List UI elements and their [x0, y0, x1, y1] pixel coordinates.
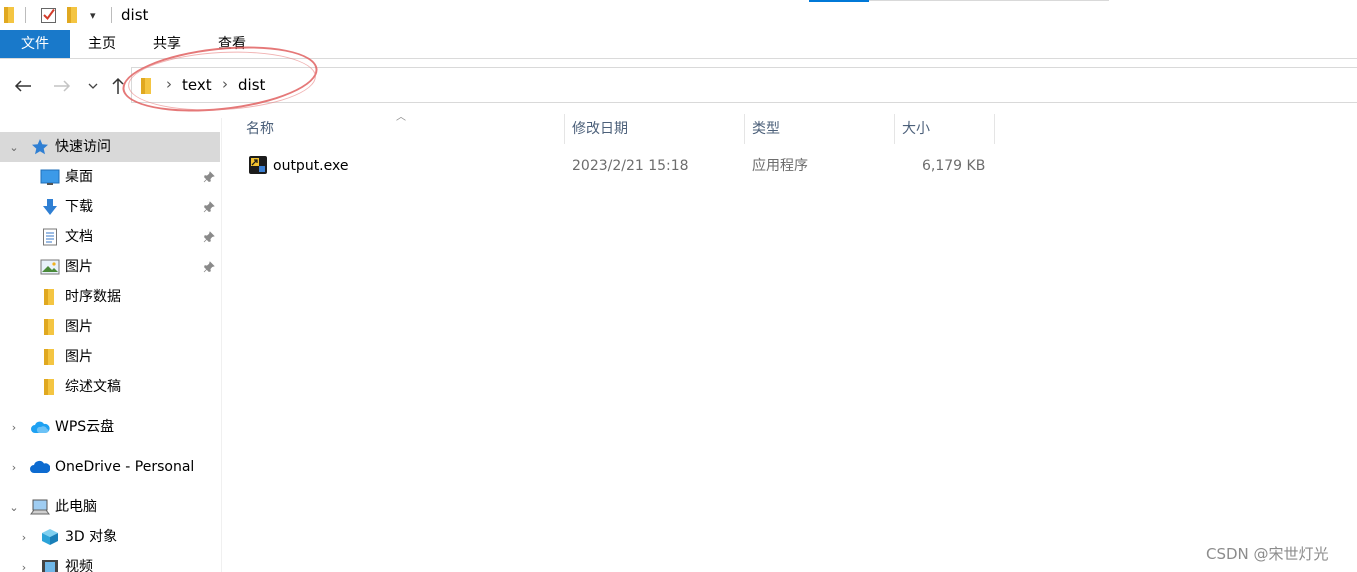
chevron-right-icon[interactable]: › — [18, 531, 30, 544]
picture-icon — [40, 257, 60, 277]
tab-share[interactable]: 共享 — [145, 30, 189, 58]
up-arrow-icon[interactable] — [106, 74, 130, 98]
sidebar-item-pictures-folder-2[interactable]: 图片 — [0, 342, 220, 372]
column-divider[interactable] — [744, 114, 745, 144]
tab-file[interactable]: 文件 — [0, 30, 70, 58]
sidebar-item-label: 图片 — [65, 259, 93, 275]
properties-icon[interactable] — [40, 5, 58, 25]
desktop-icon — [40, 167, 60, 187]
folder-icon — [40, 317, 60, 337]
recent-locations-chevron-icon[interactable] — [81, 74, 105, 98]
ribbon: 文件 主页 共享 查看 — [0, 30, 1357, 58]
column-header-modified[interactable]: 修改日期 — [566, 114, 744, 144]
film-icon — [40, 557, 60, 572]
column-header-size[interactable]: 大小 — [896, 114, 994, 144]
sidebar-item-pictures-folder[interactable]: 图片 — [0, 312, 220, 342]
title-bar: ▾ dist — [0, 0, 1357, 30]
address-bar[interactable]: › text › dist — [131, 67, 1357, 103]
chevron-down-icon[interactable]: ⌄ — [8, 141, 20, 154]
folder-icon — [40, 287, 60, 307]
file-size: 6,179 KB — [922, 158, 986, 174]
sidebar-item-wps-cloud[interactable]: › WPS云盘 — [0, 412, 220, 442]
sidebar-item-label: 快速访问 — [55, 139, 111, 155]
sidebar-item-review-draft[interactable]: 综述文稿 — [0, 372, 220, 402]
pin-icon — [202, 230, 216, 244]
chevron-right-icon[interactable]: › — [8, 461, 20, 474]
breadcrumb-dist[interactable]: dist — [238, 75, 265, 95]
tab-home[interactable]: 主页 — [80, 30, 124, 58]
sidebar-item-downloads[interactable]: 下载 — [0, 192, 220, 222]
file-modified-date: 2023/2/21 15:18 — [572, 158, 689, 174]
separator — [111, 7, 112, 23]
column-divider[interactable] — [994, 114, 995, 144]
window-title: dist — [121, 6, 149, 24]
sidebar-item-label: 图片 — [65, 319, 93, 335]
sidebar-item-documents[interactable]: 文档 — [0, 222, 220, 252]
column-divider[interactable] — [564, 114, 565, 144]
sidebar-item-label: OneDrive - Personal — [55, 459, 195, 475]
sidebar-item-label: 视频 — [65, 559, 93, 572]
folder-icon — [40, 377, 60, 397]
exe-file-icon — [248, 155, 268, 181]
sidebar-item-label: 综述文稿 — [65, 379, 121, 395]
back-arrow-icon[interactable] — [11, 74, 35, 98]
sidebar-item-label: 桌面 — [65, 169, 93, 185]
folder-icon — [40, 347, 60, 367]
star-icon — [30, 137, 50, 157]
breadcrumb-chevron-icon[interactable]: › — [222, 74, 228, 94]
pin-icon — [202, 260, 216, 274]
document-icon — [40, 227, 60, 247]
cube-icon — [40, 527, 60, 547]
navigation-pane: ⌄ 快速访问 桌面 下载 文档 图片 时序数据 图片 图片 综述文稿 › WPS… — [0, 118, 222, 572]
column-header-type[interactable]: 类型 — [746, 114, 894, 144]
file-type: 应用程序 — [752, 158, 808, 174]
computer-icon — [30, 497, 50, 517]
sidebar-item-onedrive[interactable]: › OneDrive - Personal — [0, 452, 220, 482]
tab-view[interactable]: 查看 — [210, 30, 254, 58]
pin-icon — [202, 170, 216, 184]
breadcrumb-chevron-icon[interactable]: › — [166, 74, 172, 94]
forward-arrow-icon[interactable] — [50, 74, 74, 98]
title-divider — [869, 0, 1109, 1]
sidebar-item-label: 文档 — [65, 229, 93, 245]
onedrive-cloud-icon — [30, 457, 50, 477]
chevron-down-icon[interactable]: ⌄ — [8, 501, 20, 514]
customize-toolbar-chevron-icon[interactable]: ▾ — [90, 5, 96, 25]
cloud-icon — [30, 417, 50, 437]
watermark: CSDN @宋世灯光 — [1206, 545, 1329, 563]
sidebar-item-pictures[interactable]: 图片 — [0, 252, 220, 282]
sidebar-item-3d-objects[interactable]: › 3D 对象 — [0, 522, 220, 552]
sidebar-item-label: 3D 对象 — [65, 529, 118, 545]
new-folder-icon[interactable] — [66, 5, 80, 25]
column-divider[interactable] — [894, 114, 895, 144]
file-name[interactable]: output.exe — [273, 156, 348, 176]
chevron-right-icon[interactable]: › — [18, 561, 30, 572]
sidebar-item-desktop[interactable]: 桌面 — [0, 162, 220, 192]
separator — [25, 7, 26, 23]
sidebar-item-this-pc[interactable]: ⌄ 此电脑 — [0, 492, 220, 522]
folder-icon — [140, 77, 154, 99]
sidebar-item-videos[interactable]: › 视频 — [0, 552, 220, 572]
sidebar-item-label: 下载 — [65, 199, 93, 215]
ribbon-divider — [0, 58, 1357, 59]
folder-icon — [3, 5, 17, 25]
table-row[interactable]: output.exe 2023/2/21 15:18 应用程序 6,179 KB — [240, 151, 996, 181]
sidebar-item-quick-access[interactable]: ⌄ 快速访问 — [0, 132, 220, 162]
sidebar-item-label: WPS云盘 — [55, 419, 115, 435]
breadcrumb-text[interactable]: text — [182, 75, 212, 95]
title-accent — [809, 0, 869, 2]
download-arrow-icon — [40, 197, 60, 217]
sidebar-item-label: 时序数据 — [65, 289, 121, 305]
sidebar-item-label: 此电脑 — [55, 499, 97, 515]
chevron-right-icon[interactable]: › — [8, 421, 20, 434]
column-header-name[interactable]: 名称 — [240, 114, 564, 144]
pin-icon — [202, 200, 216, 214]
sidebar-item-timeseries[interactable]: 时序数据 — [0, 282, 220, 312]
sidebar-item-label: 图片 — [65, 349, 93, 365]
